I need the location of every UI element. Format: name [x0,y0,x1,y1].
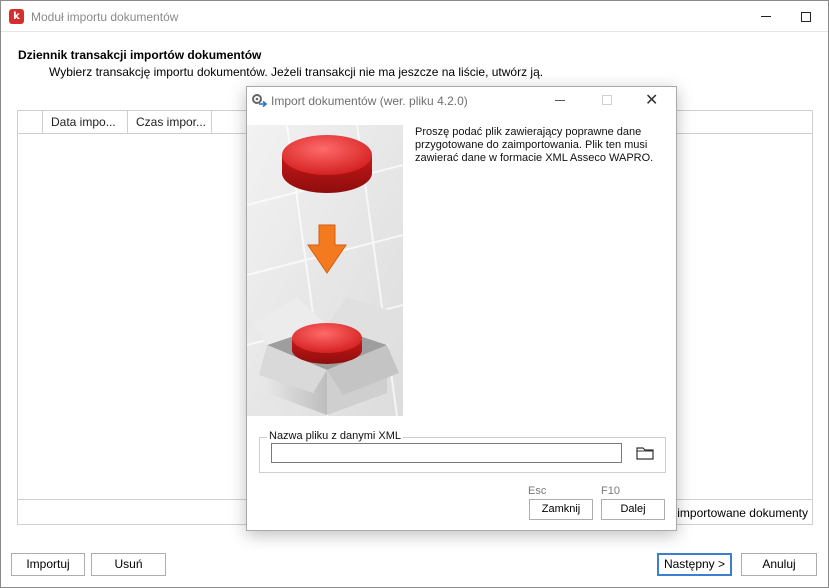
dialog-info-text: Proszę podać plik zawierający poprawne d… [415,126,654,164]
file-name-label: Nazwa pliku z danymi XML [267,430,404,442]
imported-documents-label[interactable]: importowane dokumenty [677,506,808,520]
gear-arrow-icon [252,94,268,108]
page-description: Wybierz transakcję importu dokumentów. J… [49,65,544,79]
file-name-group: Nazwa pliku z danymi XML [259,430,666,473]
maximize-button[interactable] [786,1,826,32]
import-illustration [247,125,403,416]
window-title: Moduł importu dokumentów [31,10,179,24]
title-bar: k Moduł importu dokumentów [1,1,828,32]
close-dialog-button[interactable]: Zamknij [529,499,593,520]
dialog-title-bar: Import dokumentów (wer. pliku 4.2.0) ✕ [247,87,676,115]
minimize-button[interactable] [746,1,786,32]
xml-file-input[interactable] [271,443,622,463]
esc-shortcut-hint: Esc [528,485,547,497]
close-icon[interactable]: ✕ [645,90,658,109]
next-button[interactable]: Następny > [657,553,732,576]
grid-column-selector[interactable] [18,111,43,133]
maximize-icon [801,11,811,22]
cancel-button[interactable]: Anuluj [741,553,817,576]
f10-shortcut-hint: F10 [601,485,620,497]
folder-icon[interactable] [634,442,656,464]
import-button[interactable]: Importuj [11,553,85,576]
dialog-minimize-button[interactable] [555,100,565,101]
grid-column-time[interactable]: Czas impor... [128,111,212,133]
dialog-maximize-button [602,95,612,105]
grid-column-date[interactable]: Data impo... [43,111,128,133]
next-dialog-button[interactable]: Dalej [601,499,665,520]
import-dialog: Import dokumentów (wer. pliku 4.2.0) ✕ P… [246,86,677,531]
dialog-title: Import dokumentów (wer. pliku 4.2.0) [271,94,468,108]
delete-button[interactable]: Usuń [91,553,166,576]
app-logo-icon: k [9,9,24,24]
minimize-icon [761,16,771,17]
page-title: Dziennik transakcji importów dokumentów [18,48,262,62]
